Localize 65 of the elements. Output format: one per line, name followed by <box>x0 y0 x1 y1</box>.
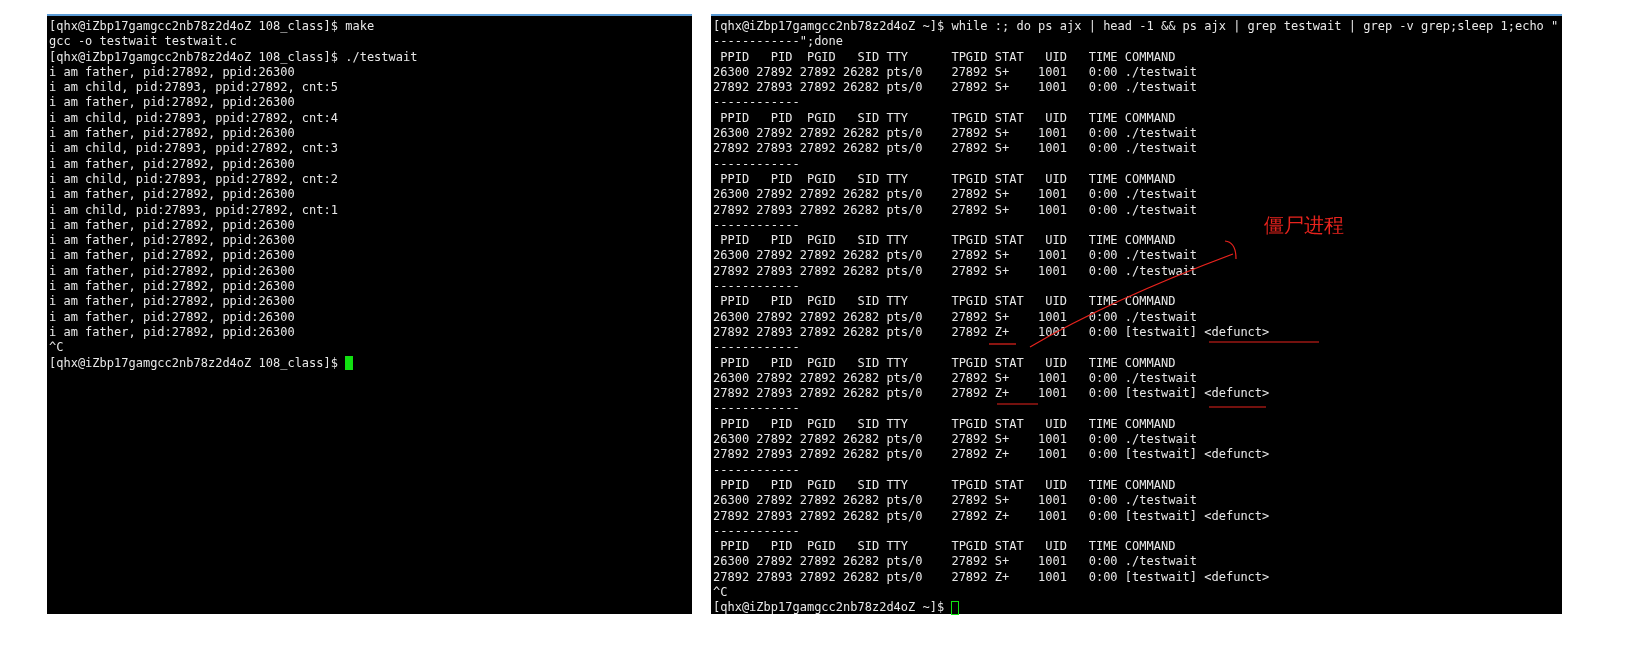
terminal-line: 27892 27893 27892 26282 pts/0 27892 Z+ 1001 0:00 [testwait] <defunct> <box>713 447 1270 463</box>
terminal-line: i am father, pid:27892, ppid:26300 <box>49 126 295 142</box>
shell-prompt: [qhx@iZbp17gamgcc2nb78z2d4oZ 108_class]$ <box>49 355 339 371</box>
terminal-line: 27892 27893 27892 26282 pts/0 27892 Z+ 1001 0:00 [testwait] <defunct> <box>713 386 1270 402</box>
terminal-line: i am child, pid:27893, ppid:27892, cnt:1 <box>49 202 338 218</box>
terminal-line: i am father, pid:27892, ppid:26300 <box>49 187 295 203</box>
terminal-line: i am father, pid:27892, ppid:26300 <box>49 263 295 280</box>
terminal-line: PPID PID PGID SID TTY TPGID STAT UID TIME COMMAND <box>719 294 1176 310</box>
terminal-line: [qhx@iZbp17gamgcc2nb78z2d4oZ 108_class]$ ./testwait <box>49 49 418 65</box>
terminal-line: i am father, pid:27892, ppid:26300 <box>49 324 295 341</box>
terminal-line: 27892 27893 27892 26282 pts/0 27892 S+ 1001 0:00 ./testwait <box>713 202 1198 218</box>
terminal-line: ------------ <box>713 462 800 478</box>
underline-mark <box>1208 406 1267 408</box>
terminal-line: ------------ <box>713 217 800 234</box>
terminal-line: 26300 27892 27892 26282 pts/0 27892 S+ 1001 0:00 ./testwait <box>713 370 1198 387</box>
terminal-line: PPID PID PGID SID TTY TPGID STAT UID TIME COMMAND <box>719 171 1176 188</box>
terminal-line: i am father, pid:27892, ppid:26300 <box>49 233 295 249</box>
terminal-line: 27892 27893 27892 26282 pts/0 27892 Z+ 1001 0:00 [testwait] <defunct> <box>713 508 1270 524</box>
terminal-line: 26300 27892 27892 26282 pts/0 27892 S+ 1001 0:00 ./testwait <box>713 493 1198 509</box>
terminal-line: ^C <box>49 340 64 356</box>
terminal-line: 26300 27892 27892 26282 pts/0 27892 S+ 1001 0:00 ./testwait <box>713 126 1198 142</box>
terminal-line: i am father, pid:27892, ppid:26300 <box>49 309 295 325</box>
terminal-line: [qhx@iZbp17gamgcc2nb78z2d4oZ 108_class]$ make <box>49 19 375 35</box>
terminal-line: i am father, pid:27892, ppid:26300 <box>49 294 295 310</box>
underline-mark <box>996 403 1039 405</box>
terminal-line: ^C <box>713 585 728 601</box>
terminal-line: ------------ <box>713 156 800 172</box>
terminal-line: i am father, pid:27892, ppid:26300 <box>49 217 295 234</box>
terminal-line: PPID PID PGID SID TTY TPGID STAT UID TIME COMMAND <box>719 477 1176 494</box>
terminal-line: gcc -o testwait testwait.c <box>49 34 237 50</box>
terminal-line: ------------ <box>713 401 800 417</box>
terminal-line: 27892 27893 27892 26282 pts/0 27892 S+ 1001 0:00 ./testwait <box>713 80 1198 96</box>
terminal-line: PPID PID PGID SID TTY TPGID STAT UID TIME COMMAND <box>719 233 1176 249</box>
terminal-line: i am child, pid:27893, ppid:27892, cnt:3 <box>49 141 338 157</box>
terminal-line: i am father, pid:27892, ppid:26300 <box>49 279 295 295</box>
terminal-line: PPID PID PGID SID TTY TPGID STAT UID TIME COMMAND <box>719 110 1176 127</box>
terminal-line: 26300 27892 27892 26282 pts/0 27892 S+ 1001 0:00 ./testwait <box>713 248 1198 264</box>
terminal-line: i am child, pid:27893, ppid:27892, cnt:4 <box>49 110 338 127</box>
annotation-label: 僵尸进程 <box>1264 212 1344 239</box>
terminal-line: PPID PID PGID SID TTY TPGID STAT UID TIME COMMAND <box>719 539 1176 555</box>
terminal-line: ------------ <box>713 340 800 356</box>
terminal-line: 27892 27893 27892 26282 pts/0 27892 Z+ 1001 0:00 [testwait] <defunct> <box>713 569 1270 585</box>
terminal-line: ------------ <box>713 95 800 111</box>
shell-prompt: [qhx@iZbp17gamgcc2nb78z2d4oZ ~]$ <box>713 600 946 616</box>
terminal-line: 27892 27893 27892 26282 pts/0 27892 S+ 1001 0:00 ./testwait <box>713 141 1198 157</box>
terminal-line: i am father, pid:27892, ppid:26300 <box>49 95 295 111</box>
terminal-line: ------------";done <box>713 34 844 50</box>
terminal-line: ------------ <box>713 523 800 540</box>
terminal-line: 26300 27892 27892 26282 pts/0 27892 S+ 1001 0:00 ./testwait <box>713 554 1198 570</box>
terminal-line: 26300 27892 27892 26282 pts/0 27892 S+ 1001 0:00 ./testwait <box>713 309 1198 325</box>
terminal-line: ------------ <box>713 279 800 295</box>
terminal-line: PPID PID PGID SID TTY TPGID STAT UID TIME COMMAND <box>719 416 1176 432</box>
terminal-line: i am child, pid:27893, ppid:27892, cnt:2 <box>49 171 338 188</box>
terminal-line: [qhx@iZbp17gamgcc2nb78z2d4oZ ~]$ while :; do ps ajx | head -1 && ps ajx | grep testwait | grep -v grep;sleep 1;echo " <box>713 19 1559 35</box>
terminal-line: PPID PID PGID SID TTY TPGID STAT UID TIME COMMAND <box>719 355 1176 371</box>
terminal-line: 26300 27892 27892 26282 pts/0 27892 S+ 1001 0:00 ./testwait <box>713 187 1198 203</box>
terminal-line: PPID PID PGID SID TTY TPGID STAT UID TIME COMMAND <box>719 49 1176 65</box>
terminal-line: i am child, pid:27893, ppid:27892, cnt:5 <box>49 80 338 96</box>
underline-mark <box>988 343 1017 345</box>
terminal-line: i am father, pid:27892, ppid:26300 <box>49 248 295 264</box>
annotation-bracket <box>1224 240 1237 260</box>
terminal-line: 26300 27892 27892 26282 pts/0 27892 S+ 1001 0:00 ./testwait <box>713 432 1198 448</box>
terminal-line: i am father, pid:27892, ppid:26300 <box>49 156 295 172</box>
terminal-line: 26300 27892 27892 26282 pts/0 27892 S+ 1001 0:00 ./testwait <box>713 64 1198 81</box>
terminal-line: i am father, pid:27892, ppid:26300 <box>49 64 295 81</box>
